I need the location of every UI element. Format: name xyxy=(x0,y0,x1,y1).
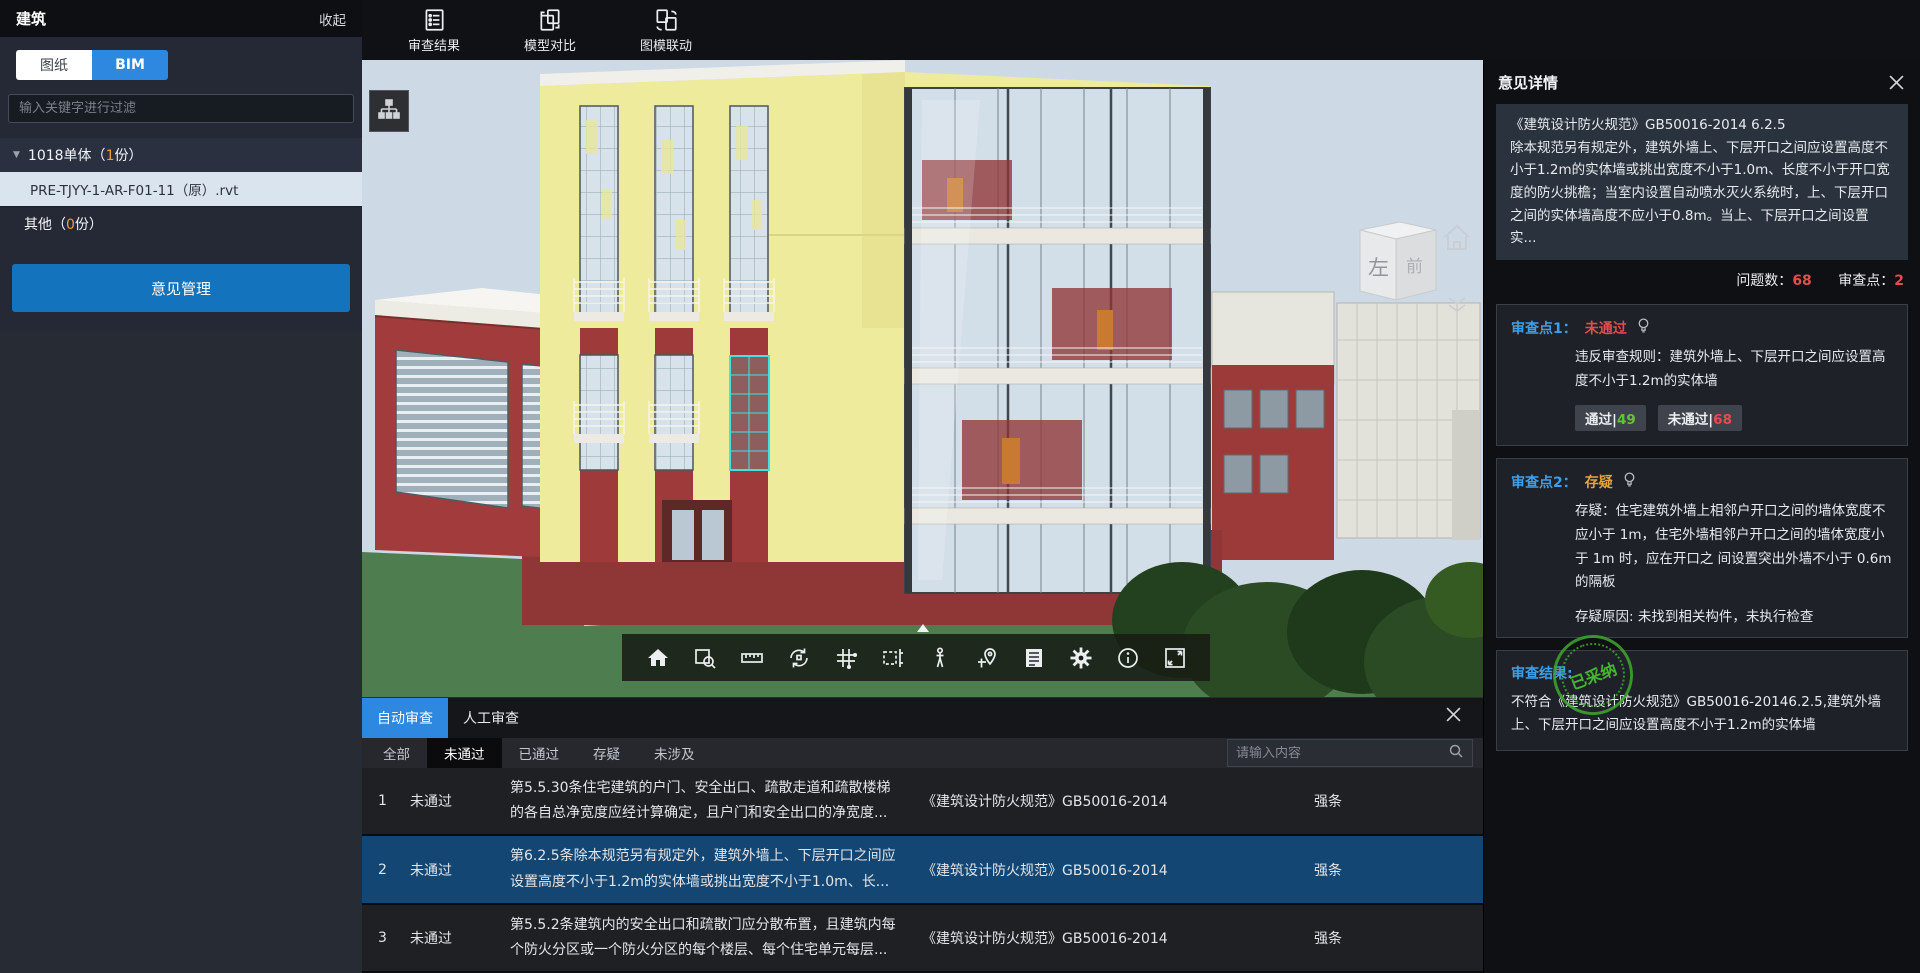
top-toolbar: 审查结果 模型对比 图模联动 xyxy=(362,0,1920,60)
source-tabs: 图纸 BIM xyxy=(16,50,346,80)
review-list-panel: 自动审查 人工审查 全部 未通过 已通过 存疑 未涉及 1 未通过 第5.5 xyxy=(362,697,1483,973)
building-model-scene: 左 前 xyxy=(362,60,1483,697)
section-icon[interactable] xyxy=(880,645,906,671)
point1-label: 审查点1： xyxy=(1511,318,1577,338)
tab-bim[interactable]: BIM xyxy=(92,50,168,80)
result-label: 审查结果: xyxy=(1511,663,1573,683)
tool-label: 审查结果 xyxy=(408,35,460,54)
model-tree-button[interactable] xyxy=(369,90,409,132)
opinion-manage-button[interactable]: 意见管理 xyxy=(12,264,350,312)
toolbar-expand-caret[interactable] xyxy=(917,624,929,632)
fullscreen-icon[interactable] xyxy=(1162,645,1188,671)
opinion-detail-header: 意见详情 xyxy=(1484,60,1920,104)
tree-group-label: 1018单体（1份） xyxy=(28,145,143,165)
issues-label: 问题数： xyxy=(1736,273,1792,289)
review-results-button[interactable]: 审查结果 xyxy=(392,7,476,54)
filter-all[interactable]: 全部 xyxy=(366,738,427,768)
zoom-select-icon[interactable] xyxy=(692,645,718,671)
regulation-title: 《建筑设计防火规范》GB50016-2014 6.2.5 xyxy=(1510,114,1894,137)
regulation-card: 《建筑设计防火规范》GB50016-2014 6.2.5 除本规范另有规定外，建… xyxy=(1496,104,1908,260)
filter-doubt[interactable]: 存疑 xyxy=(576,738,637,768)
tree-group-label: 其他（0份） xyxy=(24,214,103,234)
model-compare-button[interactable]: 模型对比 xyxy=(508,7,592,54)
sidebar-filter-input[interactable] xyxy=(8,94,354,123)
status-filter-bar: 全部 未通过 已通过 存疑 未涉及 xyxy=(362,738,1483,768)
drawing-model-link-icon xyxy=(653,7,679,33)
point2-rule-text: 存疑：住宅建筑外墙上相邻户开口之间的墙体宽度不应小于 1m，住宅外墙相邻户开口之… xyxy=(1575,500,1893,595)
review-point-1-card: 审查点1： 未通过 违反审查规则：建筑外墙上、下层开口之间应设置高度不小于1.2… xyxy=(1496,304,1908,446)
home-icon[interactable] xyxy=(645,645,671,671)
sidebar-filler xyxy=(0,332,362,973)
point1-status: 未通过 xyxy=(1585,318,1627,338)
table-row[interactable]: 1 未通过 第5.5.30条住宅建筑的户门、安全出口、疏散走道和疏散楼梯的各自总… xyxy=(362,768,1483,836)
bim-review-app: 建筑 收起 图纸 BIM ▼ 1018单体（1份） PRE-TJYY-1-AR-… xyxy=(0,0,1920,973)
navigation-cube[interactable]: 左 前 xyxy=(1360,222,1436,300)
model-viewport[interactable]: 左 前 xyxy=(362,60,1483,697)
review-mode-tabs: 自动审查 人工审查 xyxy=(362,698,1483,738)
close-icon[interactable] xyxy=(1446,707,1461,722)
settings-icon[interactable] xyxy=(1068,645,1094,671)
tab-drawing[interactable]: 图纸 xyxy=(16,50,92,80)
result-body-text: 不符合《建筑设计防火规范》GB50016-20146.2.5,建筑外墙上、下层开… xyxy=(1511,691,1893,738)
measure-icon[interactable] xyxy=(739,645,765,671)
filter-notinvolved[interactable]: 未涉及 xyxy=(637,738,712,768)
info-icon[interactable] xyxy=(1115,645,1141,671)
bulb-icon[interactable] xyxy=(1635,317,1652,338)
panel-title: 意见详情 xyxy=(1498,72,1558,93)
sidebar: 建筑 收起 图纸 BIM ▼ 1018单体（1份） PRE-TJYY-1-AR-… xyxy=(0,0,362,973)
point2-reason-text: 存疑原因: 未找到相关构件，未执行检查 xyxy=(1575,605,1893,625)
tree-group-other[interactable]: 其他（0份） xyxy=(0,206,362,240)
walkthrough-icon[interactable] xyxy=(927,645,953,671)
point2-status: 存疑 xyxy=(1585,472,1613,492)
caret-down-icon: ▼ xyxy=(13,150,20,160)
tree-group-1018[interactable]: ▼ 1018单体（1份） xyxy=(0,138,362,172)
model-compare-icon xyxy=(537,7,563,33)
viewer-toolbar xyxy=(622,634,1210,681)
result-search-box xyxy=(1227,739,1473,767)
pass-count-badge: 通过|49 xyxy=(1575,405,1646,431)
filter-failed[interactable]: 未通过 xyxy=(427,738,502,768)
opinion-detail-panel: 意见详情 《建筑设计防火规范》GB50016-2014 6.2.5 除本规范另有… xyxy=(1483,60,1920,973)
points-label: 审查点： xyxy=(1838,273,1894,289)
close-icon[interactable] xyxy=(1889,75,1904,90)
model-tree-icon xyxy=(377,97,401,125)
collapse-button[interactable]: 收起 xyxy=(319,9,346,29)
fail-count-badge: 未通过|68 xyxy=(1658,405,1742,431)
review-results-icon xyxy=(421,7,447,33)
sidebar-header: 建筑 收起 xyxy=(0,0,362,37)
bulb-icon[interactable] xyxy=(1621,471,1638,492)
table-row-selected[interactable]: 2 未通过 第6.2.5条除本规范另有规定外，建筑外墙上、下层开口之间应设置高度… xyxy=(362,836,1483,904)
review-results-table: 1 未通过 第5.5.30条住宅建筑的户门、安全出口、疏散走道和疏散楼梯的各自总… xyxy=(362,768,1483,973)
tab-auto-review[interactable]: 自动审查 xyxy=(362,698,448,738)
table-row[interactable]: 3 未通过 第5.5.2条建筑内的安全出口和疏散门应分散布置，且建筑内每个防火分… xyxy=(362,905,1483,973)
result-search-input[interactable] xyxy=(1236,746,1448,761)
pin-icon[interactable] xyxy=(974,645,1000,671)
tool-label: 图模联动 xyxy=(640,35,692,54)
review-stats: 问题数：68 审查点：2 xyxy=(1500,270,1904,290)
point2-label: 审查点2： xyxy=(1511,472,1577,492)
filter-passed[interactable]: 已通过 xyxy=(502,738,577,768)
tab-manual-review[interactable]: 人工审查 xyxy=(448,698,534,738)
search-icon[interactable] xyxy=(1448,743,1464,763)
regulation-body: 除本规范另有规定外，建筑外墙上、下层开口之间应设置高度不小于1.2m的实体墙或挑… xyxy=(1510,137,1894,250)
highlighted-wall-opening[interactable] xyxy=(730,356,769,470)
point1-rule-text: 违反审查规则：建筑外墙上、下层开口之间应设置高度不小于1.2m的实体墙 xyxy=(1575,346,1893,393)
sidebar-title: 建筑 xyxy=(16,8,46,29)
review-result-card: 审查结果: 已采纳 不符合《建筑设计防火规范》GB50016-20146.2.5… xyxy=(1496,650,1908,751)
cube-left-label: 左 xyxy=(1368,256,1389,280)
points-value: 2 xyxy=(1894,273,1904,289)
grid-icon[interactable] xyxy=(833,645,859,671)
drawing-model-link-button[interactable]: 图模联动 xyxy=(624,7,708,54)
tool-label: 模型对比 xyxy=(524,35,576,54)
rotate-icon[interactable] xyxy=(786,645,812,671)
review-point-2-card: 审查点2： 存疑 存疑：住宅建筑外墙上相邻户开口之间的墙体宽度不应小于 1m，住… xyxy=(1496,458,1908,638)
tree-file-selected[interactable]: PRE-TJYY-1-AR-F01-11（原）.rvt xyxy=(0,172,362,206)
issues-value: 68 xyxy=(1792,273,1811,289)
list-icon[interactable] xyxy=(1021,645,1047,671)
cube-front-label: 前 xyxy=(1406,257,1423,277)
